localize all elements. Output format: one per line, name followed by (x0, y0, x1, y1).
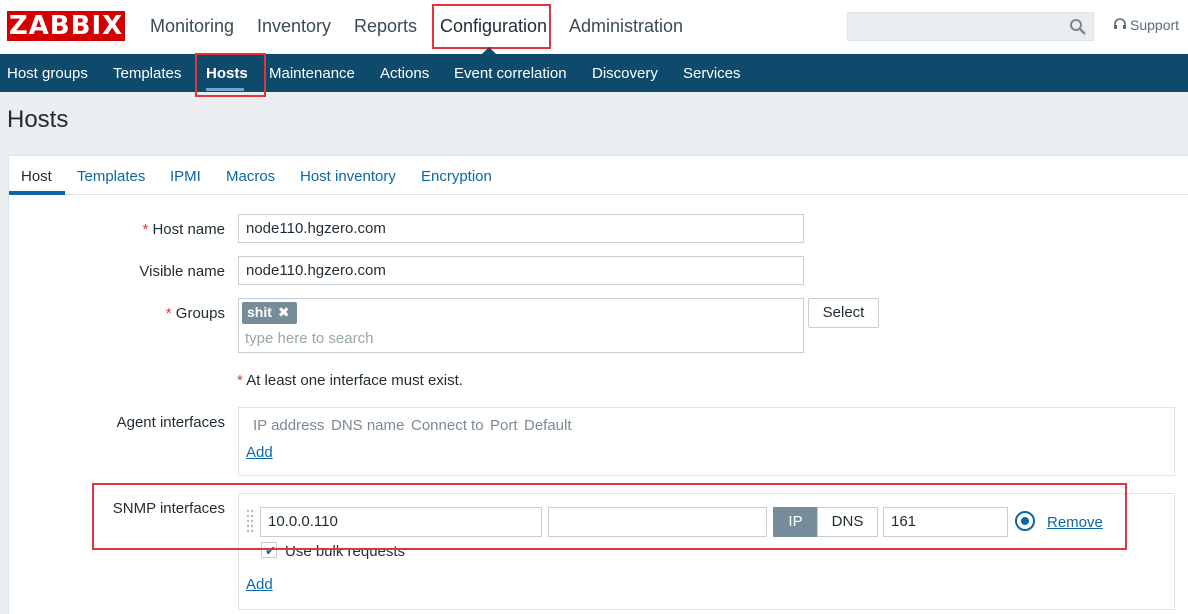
tab-encryption[interactable]: Encryption (421, 168, 492, 185)
visible-name-input[interactable]: node110.hgzero.com (238, 256, 804, 285)
subnav-event-correlation[interactable]: Event correlation (454, 65, 567, 82)
select-groups-button[interactable]: Select (808, 298, 879, 328)
tab-macros[interactable]: Macros (226, 168, 275, 185)
groups-multiselect[interactable]: shit ✖ type here to search (238, 298, 804, 353)
subnav-templates[interactable]: Templates (113, 65, 181, 82)
zabbix-logo[interactable]: ZABBIX (7, 11, 125, 41)
search-icon[interactable] (1069, 18, 1087, 36)
required-mark: * (237, 372, 243, 389)
subnav-discovery[interactable]: Discovery (592, 65, 658, 82)
col-ip-address: IP address (253, 417, 325, 434)
required-mark: * (165, 305, 172, 322)
agent-interfaces-label: Agent interfaces (116, 414, 225, 431)
subnav-host-groups[interactable]: Host groups (7, 65, 88, 82)
tab-host[interactable]: Host (21, 168, 52, 185)
topnav-reports[interactable]: Reports (354, 16, 417, 37)
topnav-administration[interactable]: Administration (569, 16, 683, 37)
col-dns-name: DNS name (331, 417, 405, 434)
visible-name-label: Visible name (139, 263, 225, 280)
host-name-label: * Host name (142, 221, 225, 238)
groups-label: * Groups (165, 305, 225, 322)
sub-nav: Host groups Templates Hosts Maintenance … (0, 54, 1188, 92)
support-label: Support (1130, 17, 1180, 33)
groups-search-placeholder[interactable]: type here to search (245, 330, 373, 347)
agent-interfaces-box: IP address DNS name Connect to Port Defa… (238, 407, 1175, 476)
subnav-actions[interactable]: Actions (380, 65, 429, 82)
highlight-configuration (432, 4, 551, 49)
tab-active-underline (9, 191, 65, 195)
group-chip-label: shit (247, 304, 272, 320)
topnav-monitoring[interactable]: Monitoring (150, 16, 234, 37)
support-link[interactable]: Support (1113, 17, 1179, 33)
required-mark: * (142, 221, 149, 238)
page-title: Hosts (7, 106, 69, 133)
interface-notice: * At least one interface must exist. (237, 372, 463, 389)
tab-host-inventory[interactable]: Host inventory (300, 168, 396, 185)
col-default: Default (524, 417, 572, 434)
top-bar: ZABBIX Monitoring Inventory Reports Conf… (0, 0, 1188, 54)
search-input[interactable] (847, 12, 1094, 41)
host-name-input[interactable]: node110.hgzero.com (238, 214, 804, 243)
active-menu-caret (482, 47, 496, 54)
subnav-maintenance[interactable]: Maintenance (269, 65, 355, 82)
topnav-inventory[interactable]: Inventory (257, 16, 331, 37)
col-port: Port (490, 417, 518, 434)
add-snmp-interface-link[interactable]: Add (246, 576, 273, 593)
col-connect-to: Connect to (411, 417, 484, 434)
highlight-snmp-interfaces (92, 483, 1127, 550)
highlight-hosts (195, 53, 266, 97)
subnav-services[interactable]: Services (683, 65, 741, 82)
tabs-bar: Host Templates IPMI Macros Host inventor… (9, 156, 1188, 195)
tab-templates[interactable]: Templates (77, 168, 145, 185)
add-agent-interface-link[interactable]: Add (246, 444, 273, 461)
group-chip: shit ✖ (242, 302, 297, 324)
remove-chip-icon[interactable]: ✖ (278, 304, 290, 321)
headset-icon (1114, 18, 1126, 29)
tab-ipmi[interactable]: IPMI (170, 168, 201, 185)
